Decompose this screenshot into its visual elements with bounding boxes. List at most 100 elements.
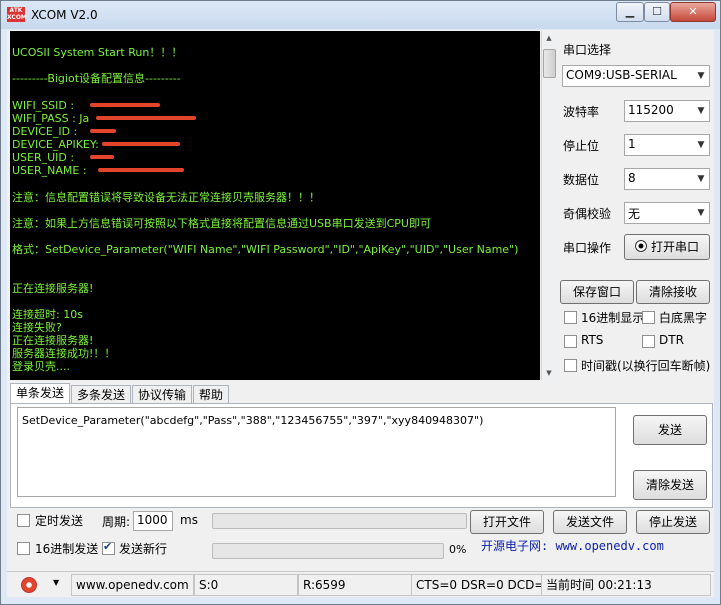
redaction-mark bbox=[96, 116, 196, 120]
hex-display-checkbox[interactable] bbox=[564, 311, 577, 324]
white-black-label: 白底黑字 bbox=[659, 311, 708, 325]
minimize-button[interactable]: ▁ bbox=[616, 2, 644, 22]
send-panel: SetDevice_Parameter("abcdefg","Pass","38… bbox=[10, 403, 713, 508]
terminal-line: 格式：SetDevice_Parameter("WIFI Name","WIFI… bbox=[12, 243, 519, 256]
send-progress-bar bbox=[212, 543, 444, 559]
terminal-line: DEVICE_APIKEY: bbox=[12, 138, 99, 151]
terminal-line: ---------Bigiot设备配置信息--------- bbox=[12, 72, 181, 85]
tab-help[interactable]: 帮助 bbox=[193, 385, 229, 404]
progress-percent: 0% bbox=[449, 543, 467, 556]
chevron-down-icon[interactable]: ▼ bbox=[53, 578, 59, 587]
baud-select[interactable]: 115200 ▼ bbox=[624, 100, 710, 122]
rts-label: RTS bbox=[581, 333, 604, 347]
terminal-line: 连接超时: 10s bbox=[12, 308, 83, 321]
chevron-down-icon: ▼ bbox=[697, 208, 705, 218]
dtr-label: DTR bbox=[659, 333, 684, 347]
open-port-button[interactable]: 打开串口 bbox=[624, 234, 710, 260]
receive-terminal[interactable]: UCOSII System Start Run！！！ ---------Bigi… bbox=[10, 31, 540, 380]
status-bar: ▼ www.openedv.com S:0 R:6599 CTS=0 DSR=0… bbox=[7, 571, 714, 597]
radio-icon bbox=[634, 240, 647, 252]
hex-display-label: 16进制显示 bbox=[581, 311, 645, 325]
hex-send-checkbox[interactable] bbox=[17, 542, 30, 555]
tab-protocol[interactable]: 协议传输 bbox=[132, 385, 192, 404]
redaction-mark bbox=[90, 103, 160, 107]
scroll-thumb[interactable] bbox=[543, 49, 556, 78]
chevron-down-icon: ▼ bbox=[697, 71, 705, 81]
chevron-down-icon: ▼ bbox=[697, 140, 705, 150]
port-select[interactable]: COM9:USB-SERIAL ▼ bbox=[562, 65, 710, 87]
scroll-up-icon[interactable]: ▲ bbox=[542, 31, 556, 45]
status-sent-count: S:0 bbox=[194, 574, 298, 596]
timestamp-checkbox[interactable] bbox=[564, 359, 577, 372]
xcom-window: ATK XCOM XCOM V2.0 ▁ ☐ ✕ UCOSII System St… bbox=[0, 0, 721, 605]
power-icon[interactable] bbox=[21, 577, 37, 593]
send-button[interactable]: 发送 bbox=[633, 415, 707, 445]
stop-bits-select[interactable]: 1 ▼ bbox=[624, 134, 710, 156]
title-bar: ATK XCOM XCOM V2.0 ▁ ☐ ✕ bbox=[1, 1, 720, 29]
rts-checkbox[interactable] bbox=[564, 335, 577, 348]
maximize-button[interactable]: ☐ bbox=[644, 2, 670, 22]
data-bits-label: 数据位 bbox=[563, 173, 600, 187]
save-window-button[interactable]: 保存窗口 bbox=[560, 280, 634, 304]
terminal-line: USER_NAME : bbox=[12, 164, 87, 177]
scroll-down-icon[interactable]: ▼ bbox=[542, 366, 556, 380]
terminal-line: 连接失败? bbox=[12, 321, 62, 334]
timed-send-checkbox[interactable] bbox=[17, 514, 30, 527]
send-newline-label: 发送新行 bbox=[119, 542, 168, 556]
timestamp-label: 时间戳(以换行回车断帧) bbox=[581, 359, 711, 373]
chevron-down-icon: ▼ bbox=[697, 174, 705, 184]
dtr-checkbox[interactable] bbox=[642, 335, 655, 348]
terminal-line: UCOSII System Start Run！！！ bbox=[12, 46, 183, 59]
status-received-count: R:6599 bbox=[298, 574, 412, 596]
send-textarea[interactable]: SetDevice_Parameter("abcdefg","Pass","38… bbox=[17, 407, 616, 497]
tab-single-send[interactable]: 单条发送 bbox=[10, 383, 70, 404]
terminal-line: 正在连接服务器! bbox=[12, 282, 94, 295]
stop-bits-label: 停止位 bbox=[563, 139, 600, 153]
baud-value: 115200 bbox=[628, 103, 674, 117]
redaction-mark bbox=[102, 142, 180, 146]
terminal-line: WIFI_PASS : Ja bbox=[12, 112, 90, 125]
parity-value: 无 bbox=[628, 207, 641, 221]
hex-send-label: 16进制发送 bbox=[35, 542, 99, 556]
baud-label: 波特率 bbox=[563, 105, 600, 119]
terminal-line: 注意：信息配置错误将导致设备无法正常连接贝壳服务器！！！ bbox=[12, 191, 320, 204]
status-signals: CTS=0 DSR=0 DCD=0 bbox=[411, 574, 552, 596]
website-link[interactable]: 开源电子网: www.openedv.com bbox=[481, 537, 664, 554]
send-file-track bbox=[212, 513, 467, 529]
client-area: UCOSII System Start Run！！！ ---------Bigi… bbox=[7, 30, 714, 597]
redaction-mark bbox=[90, 129, 116, 133]
timed-send-label: 定时发送 bbox=[35, 514, 84, 528]
status-time: 当前时间 00:21:13 bbox=[541, 574, 711, 596]
open-file-button[interactable]: 打开文件 bbox=[470, 510, 544, 534]
port-operation-label: 串口操作 bbox=[563, 241, 612, 255]
port-label: 串口选择 bbox=[563, 43, 612, 57]
period-unit: ms bbox=[180, 513, 198, 527]
app-logo-icon: ATK XCOM bbox=[7, 7, 27, 22]
data-bits-value: 8 bbox=[628, 171, 636, 185]
port-value: COM9:USB-SERIAL bbox=[566, 68, 677, 82]
close-button[interactable]: ✕ bbox=[670, 2, 716, 22]
terminal-scrollbar[interactable]: ▲ ▼ bbox=[541, 31, 556, 380]
terminal-line: DEVICE_ID : bbox=[12, 125, 78, 138]
parity-label: 奇偶校验 bbox=[563, 207, 612, 221]
parity-select[interactable]: 无 ▼ bbox=[624, 202, 710, 224]
chevron-down-icon: ▼ bbox=[697, 106, 705, 116]
period-input[interactable]: 1000 bbox=[133, 511, 173, 531]
send-newline-checkbox[interactable] bbox=[102, 540, 115, 555]
terminal-line: 正在连接服务器! bbox=[12, 334, 94, 347]
tab-multi-send[interactable]: 多条发送 bbox=[71, 385, 131, 404]
terminal-line: USER_UID : bbox=[12, 151, 75, 164]
stop-bits-value: 1 bbox=[628, 137, 636, 151]
period-label: 周期: bbox=[102, 515, 131, 529]
clear-send-button[interactable]: 清除发送 bbox=[633, 470, 707, 500]
redaction-mark bbox=[98, 168, 184, 172]
white-black-checkbox[interactable] bbox=[642, 311, 655, 324]
data-bits-select[interactable]: 8 ▼ bbox=[624, 168, 710, 190]
redaction-mark bbox=[90, 155, 114, 159]
send-file-button[interactable]: 发送文件 bbox=[553, 510, 627, 534]
clear-receive-button[interactable]: 清除接收 bbox=[636, 280, 710, 304]
status-url[interactable]: www.openedv.com bbox=[71, 574, 194, 596]
terminal-line: 注意：如果上方信息错误可按照以下格式直接将配置信息通过USB串口发送到CPU即可 bbox=[12, 217, 431, 230]
stop-send-button[interactable]: 停止发送 bbox=[636, 510, 710, 534]
send-text: SetDevice_Parameter("abcdefg","Pass","38… bbox=[22, 414, 484, 427]
